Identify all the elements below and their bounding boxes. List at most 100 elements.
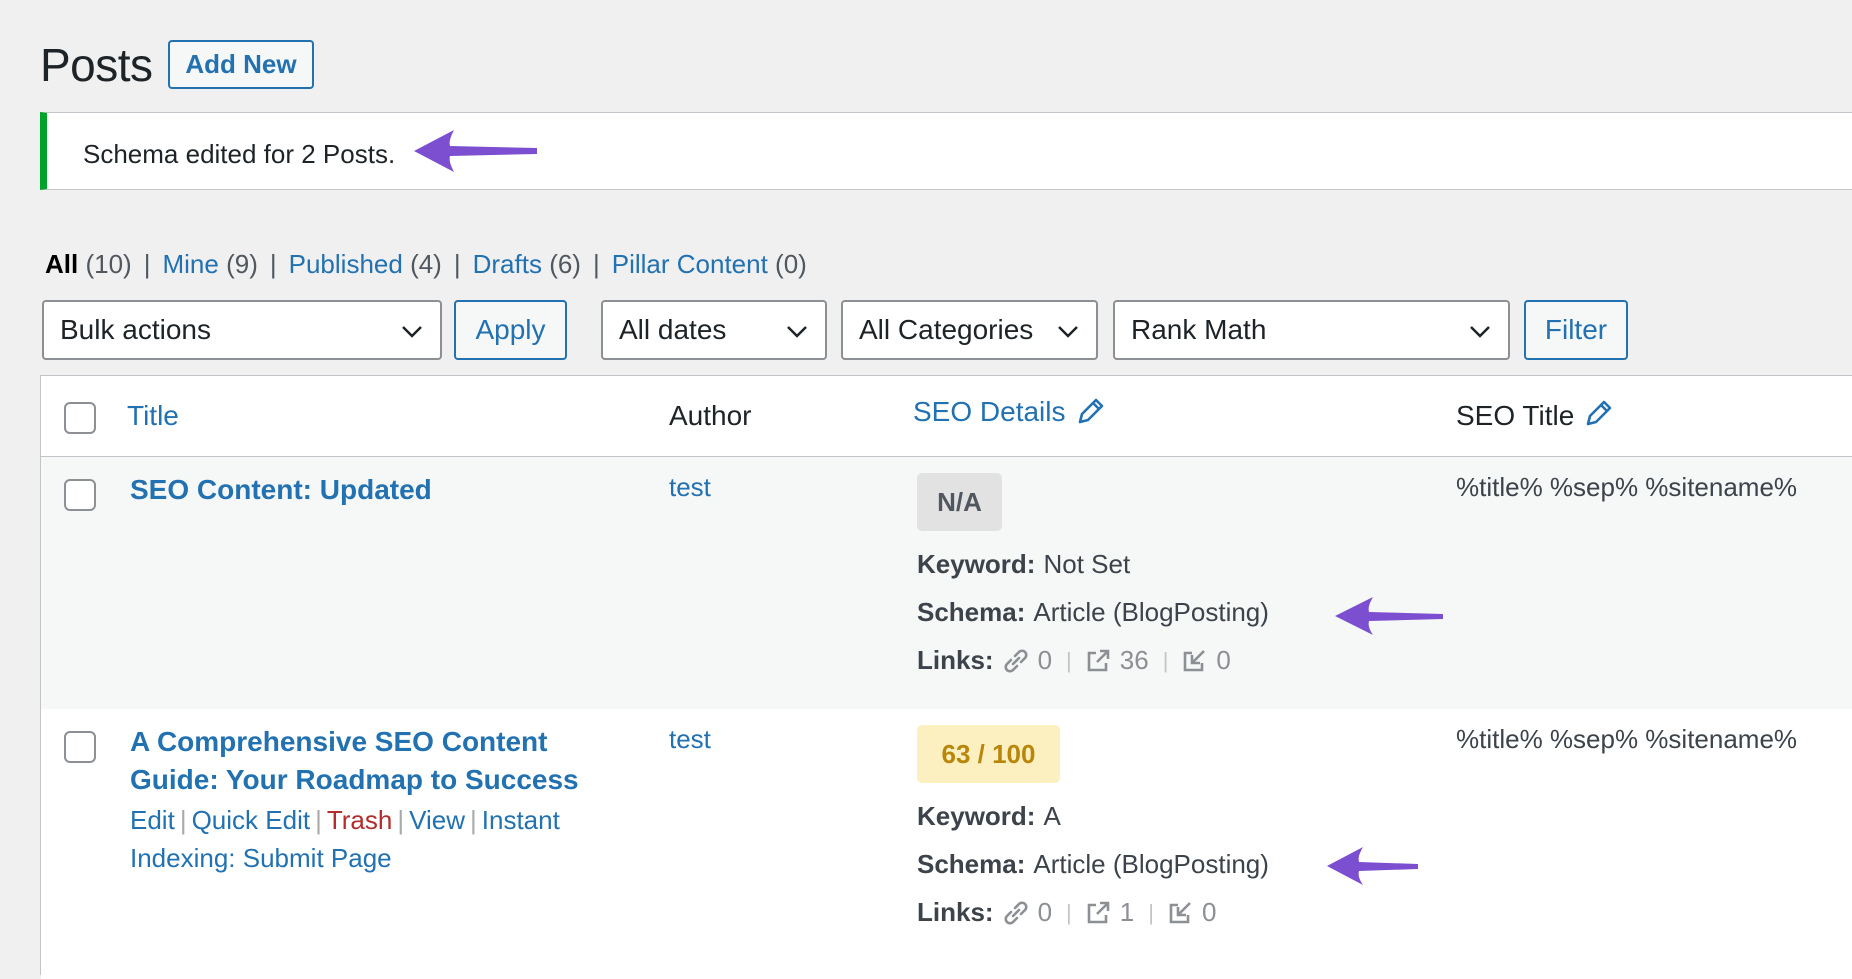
external-links-count: 1: [1119, 897, 1135, 927]
column-seo-title: SEO Title: [1456, 400, 1575, 431]
notice-text: Schema edited for 2 Posts.: [83, 139, 396, 169]
separator: |: [179, 805, 187, 835]
column-author: Author: [669, 400, 752, 431]
keyword-value: Not Set: [1043, 549, 1131, 579]
separator: |: [397, 805, 405, 835]
row-checkbox[interactable]: [64, 479, 96, 511]
annotation-arrow-icon: [1327, 847, 1418, 885]
row-checkbox[interactable]: [64, 731, 96, 763]
view-mine-count: (9): [226, 249, 258, 279]
table-header: Title Author SEO Details SEO Title: [41, 376, 1852, 457]
separator: |: [315, 805, 322, 835]
apply-button[interactable]: Apply: [454, 300, 567, 360]
post-author-link[interactable]: test: [669, 472, 711, 503]
bulk-actions-value: Bulk actions: [60, 314, 211, 345]
separator: |: [1066, 899, 1072, 925]
column-title[interactable]: Title: [127, 400, 179, 432]
incoming-links-count: 0: [1216, 645, 1231, 675]
categories-value: All Categories: [859, 314, 1034, 345]
seo-title-value: %title% %sep% %sitename%: [1456, 472, 1798, 502]
schema-value: Article (BlogPosting): [1033, 849, 1269, 879]
keyword-label: Keyword:: [917, 549, 1036, 579]
schema-value: Article (BlogPosting): [1033, 597, 1269, 627]
links-line: Links: 0 | 1 | 0: [917, 897, 1226, 928]
incoming-link-icon: [1180, 647, 1208, 675]
incoming-links-count: 0: [1201, 897, 1217, 927]
categories-select[interactable]: All Categories: [841, 300, 1098, 360]
internal-links-count: 0: [1037, 645, 1053, 675]
table-row: SEO Content: Updated test N/A Keyword: No…: [41, 457, 1852, 709]
filter-button[interactable]: Filter: [1524, 300, 1628, 360]
column-seo-details[interactable]: SEO Details: [913, 396, 1066, 428]
pencil-icon[interactable]: [1076, 396, 1106, 426]
separator: |: [1162, 647, 1169, 673]
separator: |: [592, 249, 600, 279]
view-drafts[interactable]: Drafts: [473, 249, 542, 279]
post-title-line: A Comprehensive SEO Content: [130, 726, 548, 757]
external-links-count: 36: [1119, 645, 1149, 675]
schema-label: Schema:: [917, 849, 1026, 879]
chevron-down-icon: [787, 326, 807, 338]
separator: |: [143, 249, 151, 279]
pencil-icon[interactable]: [1584, 398, 1614, 428]
dates-value: All dates: [619, 314, 727, 345]
add-new-button[interactable]: Add New: [168, 40, 314, 89]
separator: |: [269, 249, 277, 279]
success-notice: Schema edited for 2 Posts.: [40, 112, 1852, 190]
keyword-value: A: [1043, 801, 1061, 831]
schema-line: Schema: Article (BlogPosting): [917, 597, 1269, 628]
post-author-link[interactable]: test: [669, 724, 711, 755]
seo-score-badge: 63 / 100: [917, 725, 1060, 783]
separator: |: [453, 249, 461, 279]
edit-link[interactable]: Edit: [130, 805, 175, 835]
view-published[interactable]: Published: [289, 249, 403, 279]
view-pillar-content-count: (0): [775, 249, 807, 279]
links-label: Links:: [917, 897, 994, 927]
chevron-down-icon: [402, 326, 422, 338]
seo-score-badge: N/A: [917, 473, 1002, 531]
quick-edit-link[interactable]: Quick Edit: [192, 805, 311, 835]
instant-indexing-link[interactable]: Indexing: Submit Page: [130, 843, 392, 873]
links-line: Links: 0 | 36 | 0: [917, 645, 1241, 676]
seo-title-value: %title% %sep% %sitename%: [1456, 724, 1798, 754]
schema-line: Schema: Article (BlogPosting): [917, 849, 1269, 880]
external-link-icon: [1084, 899, 1112, 927]
view-all[interactable]: All: [45, 249, 78, 279]
dates-select[interactable]: All dates: [601, 300, 827, 360]
post-title-line: Guide: Your Roadmap to Success: [130, 764, 579, 795]
view-link[interactable]: View: [409, 805, 465, 835]
view-pillar-content[interactable]: Pillar Content: [612, 249, 768, 279]
view-all-count: (10): [85, 249, 132, 279]
keyword-label: Keyword:: [917, 801, 1036, 831]
chevron-down-icon: [1470, 326, 1490, 338]
separator: |: [1148, 899, 1154, 925]
keyword-line: Keyword: A: [917, 801, 1061, 832]
internal-link-icon: [1002, 899, 1030, 927]
row-actions: Edit | Quick Edit | Trash | View | Instant Index…: [130, 801, 610, 877]
incoming-link-icon: [1166, 899, 1194, 927]
table-row: A Comprehensive SEO Content Guide: Your …: [41, 709, 1852, 979]
view-drafts-count: (6): [549, 249, 581, 279]
internal-links-count: 0: [1037, 897, 1053, 927]
post-title-link[interactable]: A Comprehensive SEO Content Guide: Your …: [130, 723, 579, 799]
separator: |: [1066, 647, 1072, 673]
bulk-actions-select[interactable]: Bulk actions: [42, 300, 442, 360]
post-title-link[interactable]: SEO Content: Updated: [130, 471, 432, 509]
seo-filter-value: Rank Math: [1131, 314, 1267, 345]
view-mine[interactable]: Mine: [162, 249, 218, 279]
internal-link-icon: [1002, 647, 1030, 675]
page-title: Posts: [40, 39, 153, 91]
post-status-filters: All (10) | Mine (9) | Published (4) | Drafts (…: [45, 249, 807, 280]
schema-label: Schema:: [917, 597, 1026, 627]
keyword-line: Keyword: Not Set: [917, 549, 1130, 580]
external-link-icon: [1084, 647, 1112, 675]
seo-filter-select[interactable]: Rank Math: [1113, 300, 1510, 360]
trash-link[interactable]: Trash: [327, 805, 393, 835]
view-published-count: (4): [410, 249, 442, 279]
separator: |: [470, 805, 477, 835]
posts-table: Title Author SEO Details SEO Title SEO C…: [40, 375, 1852, 979]
annotation-arrow-icon: [1335, 597, 1443, 635]
select-all-checkbox[interactable]: [64, 402, 96, 434]
instant-indexing-link[interactable]: Instant: [482, 805, 560, 835]
links-label: Links:: [917, 645, 994, 675]
